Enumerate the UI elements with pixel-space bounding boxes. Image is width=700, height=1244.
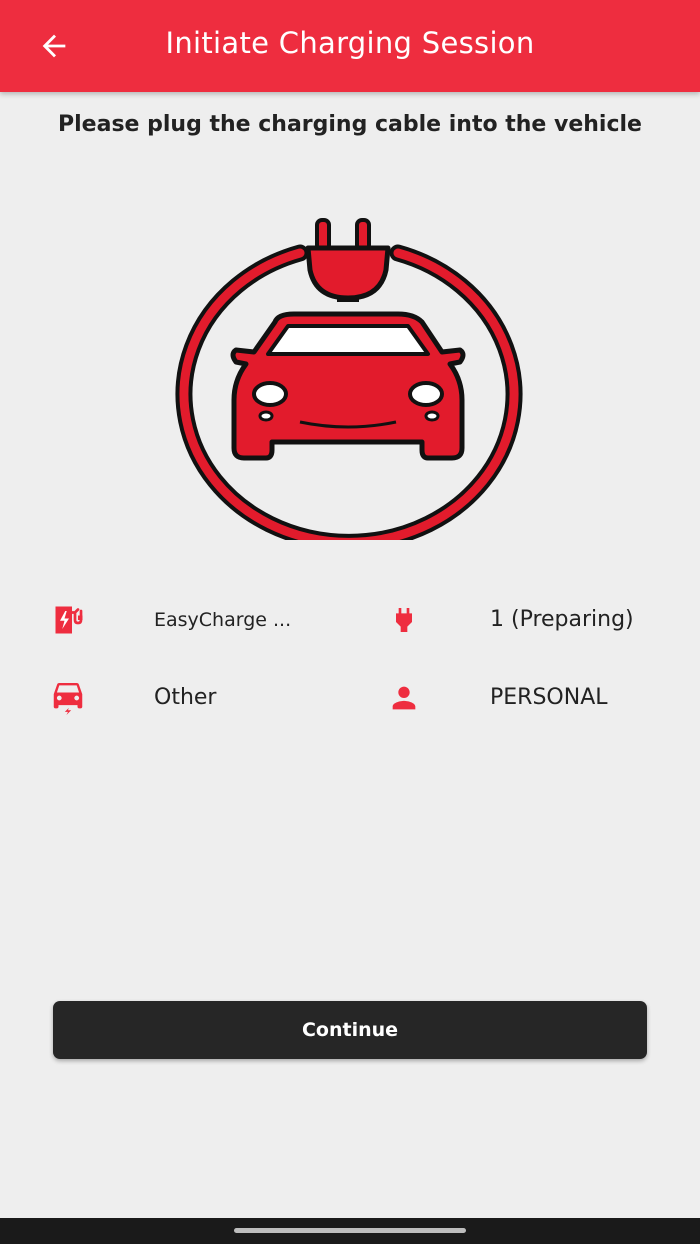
system-navigation-bar [0, 1218, 700, 1244]
home-indicator[interactable] [234, 1228, 466, 1233]
page-title: Initiate Charging Session [165, 26, 535, 60]
info-row-vehicle-usage: Other PERSONAL [0, 673, 700, 723]
charging-session-screen: Initiate Charging Session Please plug th… [0, 0, 700, 1244]
continue-button[interactable]: Continue [53, 1001, 647, 1059]
station-name: EasyCharge ... [154, 609, 292, 631]
electric-car-icon [48, 676, 88, 716]
instruction-text: Please plug the charging cable into the … [58, 112, 642, 137]
plug-car-circle-illustration [175, 218, 523, 540]
info-row-station-connector: EasyCharge ... 1 (Preparing) [0, 595, 700, 645]
usage-type: PERSONAL [490, 685, 608, 710]
connector-status: 1 (Preparing) [490, 607, 634, 632]
person-icon [384, 678, 424, 718]
plug-icon [384, 600, 424, 640]
charging-station-icon [49, 600, 89, 640]
app-bar: Initiate Charging Session [0, 0, 700, 92]
vehicle-name: Other [154, 685, 217, 710]
